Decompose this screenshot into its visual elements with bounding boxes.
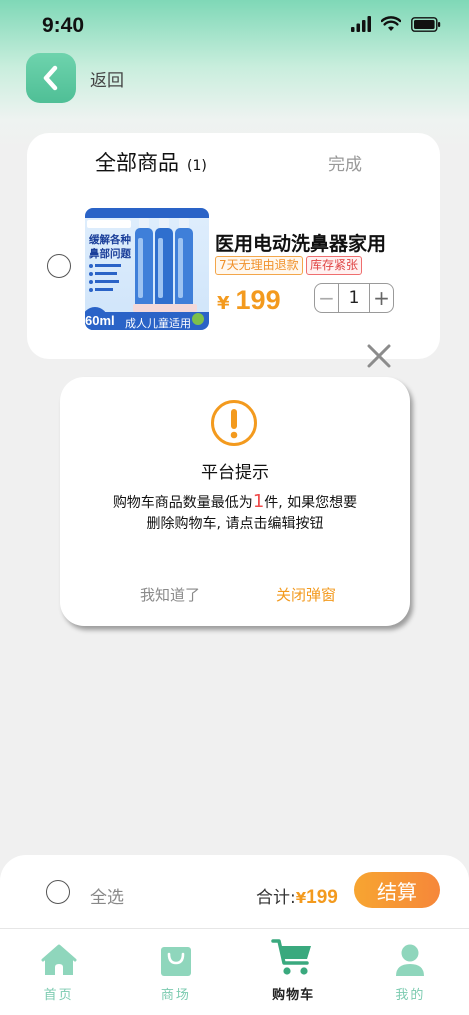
price-value: 199 xyxy=(235,285,281,315)
acknowledge-button[interactable]: 我知道了 xyxy=(140,584,200,605)
bottom-bar: 全选 合计: ¥ 199 结算 首页 商场 购物车 我的 xyxy=(0,855,469,1015)
cart-count: (1) xyxy=(187,158,207,174)
increase-button[interactable]: + xyxy=(369,284,393,312)
tab-home[interactable]: 首页 xyxy=(0,935,117,1015)
tag-refund: 7天无理由退款 xyxy=(215,256,303,275)
dialog-title: 平台提示 xyxy=(201,463,269,483)
back-button[interactable] xyxy=(26,53,76,103)
quantity-stepper: − 1 + xyxy=(314,283,394,313)
done-button[interactable]: 完成 xyxy=(328,150,362,175)
back-label[interactable]: 返回 xyxy=(90,66,124,91)
signal-icon xyxy=(351,16,371,32)
decrease-button[interactable]: − xyxy=(315,284,339,312)
status-icons xyxy=(351,16,441,32)
product-image-art: 缓解各种 鼻部问题 60ml 成人儿童适用 xyxy=(85,208,209,330)
tag-low-stock: 库存紧张 xyxy=(306,256,363,275)
cart-title-text: 全部商品 xyxy=(95,151,179,175)
warning-icon xyxy=(210,399,258,447)
tab-cart-label: 购物车 xyxy=(272,988,315,1003)
status-bar: 9:40 xyxy=(0,0,469,54)
cart-card: 全部商品 (1) 完成 缓解各种 鼻部问题 60ml 成人儿童适用 医用电动洗鼻… xyxy=(27,133,440,359)
tab-mall-label: 商场 xyxy=(160,988,191,1003)
wifi-icon xyxy=(381,16,401,31)
product-image[interactable]: 缓解各种 鼻部问题 60ml 成人儿童适用 xyxy=(85,208,209,330)
home-icon xyxy=(41,935,77,977)
tab-profile-label: 我的 xyxy=(395,988,426,1003)
cart-title: 全部商品 (1) xyxy=(95,147,207,177)
product-name[interactable]: 医用电动洗鼻器家用 xyxy=(215,229,386,256)
total-symbol: ¥ xyxy=(295,889,307,907)
person-icon xyxy=(394,935,426,977)
dialog-message-prefix: 购物车商品数量最低为 xyxy=(112,495,253,511)
tab-profile[interactable]: 我的 xyxy=(352,935,469,1015)
product-image-audience: 成人儿童适用 xyxy=(125,316,191,330)
dialog-message-suffix: 件, 如果您想要 xyxy=(264,495,358,511)
platform-notice-dialog: 平台提示 购物车商品数量最低为1件, 如果您想要 删除购物车, 请点击编辑按钮 … xyxy=(60,377,410,626)
product-image-volume: 60ml xyxy=(85,313,115,328)
status-time: 9:40 xyxy=(42,14,85,37)
dialog-message: 购物车商品数量最低为1件, 如果您想要 删除购物车, 请点击编辑按钮 xyxy=(60,491,410,535)
select-all-radio[interactable] xyxy=(46,880,70,904)
battery-icon xyxy=(411,16,441,32)
total-label: 合计: xyxy=(256,888,296,908)
dialog-message-highlight: 1 xyxy=(252,491,265,512)
tab-home-label: 首页 xyxy=(43,988,74,1003)
tab-cart[interactable]: 购物车 xyxy=(235,935,352,1015)
close-dialog-icon[interactable] xyxy=(365,342,393,370)
checkout-button[interactable]: 结算 xyxy=(354,872,440,908)
item-price: ¥ 199 xyxy=(217,285,281,316)
select-all-label[interactable]: 全选 xyxy=(90,883,124,908)
price-symbol: ¥ xyxy=(217,293,230,314)
total-value: 199 xyxy=(306,887,338,908)
quantity-value[interactable]: 1 xyxy=(339,284,369,312)
tab-mall[interactable]: 商场 xyxy=(117,935,234,1015)
shopping-bag-icon xyxy=(159,935,193,977)
chevron-left-icon xyxy=(43,65,58,91)
tab-bar: 首页 商场 购物车 我的 xyxy=(0,935,469,1015)
total: 合计: ¥ 199 xyxy=(256,883,338,909)
tabbar-divider xyxy=(0,928,469,929)
cart-icon xyxy=(271,935,315,977)
item-select-radio[interactable] xyxy=(47,254,71,278)
close-dialog-button[interactable]: 关闭弹窗 xyxy=(276,584,336,605)
dialog-message-line2: 删除购物车, 请点击编辑按钮 xyxy=(146,516,324,532)
product-image-line2: 鼻部问题 xyxy=(89,247,131,260)
product-image-line1: 缓解各种 xyxy=(88,233,131,246)
